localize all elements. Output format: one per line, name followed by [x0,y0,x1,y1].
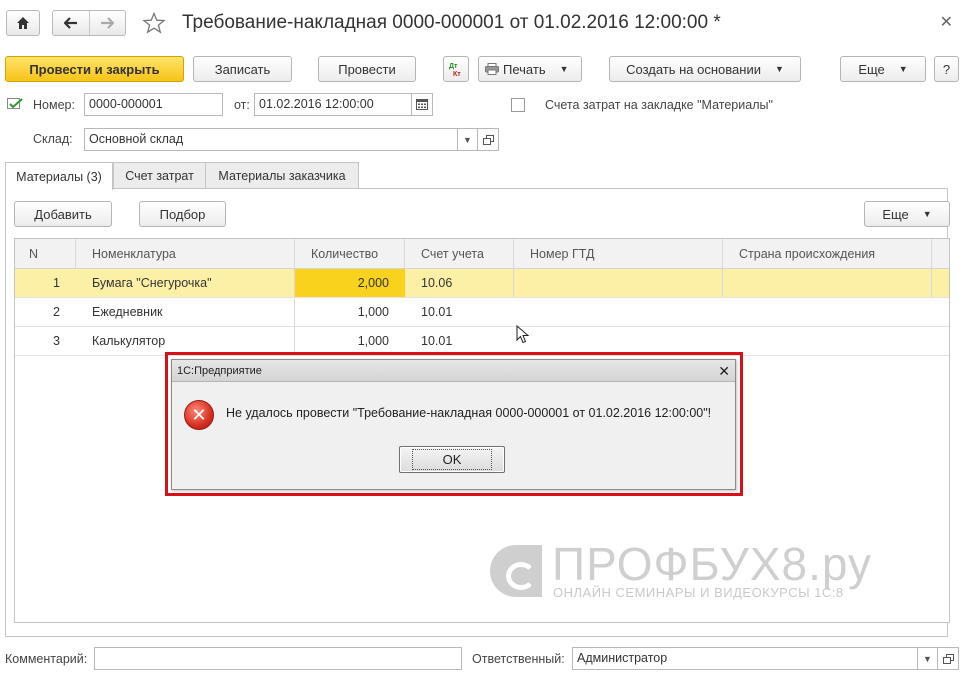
close-icon[interactable]: ✕ [940,12,953,32]
warehouse-field[interactable]: Основной склад [84,128,458,151]
dialog-title: 1С:Предприятие [177,364,262,377]
cell-item: Бумага "Снегурочка" [76,269,295,297]
error-dialog: 1С:Предприятие ✕ ✕ Не удалось провести "… [171,359,736,490]
more-button[interactable]: Еще ▼ [840,56,926,82]
date-field[interactable]: 01.02.2016 12:00:00 [254,93,412,116]
warehouse-dropdown-button[interactable]: ▼ [457,128,478,151]
watermark-title: ПРОФБУХ8.ру [552,538,872,590]
chevron-down-icon: ▼ [898,64,908,74]
dt-kt-icon: Дт Кт [449,63,461,77]
star-icon [142,11,166,34]
pick-button[interactable]: Подбор [139,201,226,227]
cost-accounts-label: Счета затрат на закладке "Материалы" [545,98,773,112]
back-button[interactable] [53,11,89,35]
help-button[interactable]: ? [934,56,959,82]
dialog-titlebar: 1С:Предприятие ✕ [172,360,735,382]
open-icon [942,653,954,664]
create-based-on-label: Создать на основании [626,61,761,77]
page-title: Требование-накладная 0000-000001 от 01.0… [182,12,721,33]
column-header-n[interactable]: N [15,239,76,268]
tab-customer-materials[interactable]: Материалы заказчика [205,162,359,189]
responsible-open-button[interactable] [937,647,959,670]
calendar-button[interactable] [411,93,433,116]
print-label: Печать [503,61,546,77]
cost-accounts-checkbox[interactable] [511,98,525,112]
cell-country [723,327,932,355]
cell-account: 10.01 [421,334,453,348]
arrow-left-icon [63,17,77,29]
warehouse-label: Склад: [33,132,73,146]
svg-text:Кт: Кт [453,71,461,77]
cell-item: Калькулятор [76,327,295,355]
table-row[interactable]: 1 Бумага "Снегурочка" 2,000 10.06 [15,269,949,298]
column-header-gtd[interactable]: Номер ГТД [514,239,723,268]
cell-country [723,298,932,326]
cell-account: 10.06 [405,269,514,297]
column-header-item[interactable]: Номенклатура [76,239,295,268]
close-icon[interactable]: ✕ [718,363,730,380]
post-button[interactable]: Провести [318,56,416,82]
cell-account: 10.01 [421,305,453,319]
cell-n: 3 [53,334,60,348]
dialog-message: Не удалось провести "Требование-накладна… [226,406,712,420]
table-row[interactable]: 2 Ежедневник 1,000 10.01 [15,298,949,327]
date-label: от: [234,98,250,112]
cell-gtd [514,298,723,326]
home-button[interactable] [6,10,40,36]
cell-n: 2 [53,305,60,319]
mouse-cursor-icon [516,325,530,344]
home-icon [17,17,29,29]
more-label: Еще [858,61,885,77]
favorite-button[interactable] [142,11,166,37]
dt-kt-button[interactable]: Дт Кт [443,56,469,82]
post-and-close-button[interactable]: Провести и закрыть [5,56,184,82]
column-header-country[interactable]: Страна происхождения [723,239,932,268]
responsible-dropdown-button[interactable]: ▼ [917,647,938,670]
arrow-right-icon [101,17,115,29]
error-icon: ✕ [184,400,214,430]
comment-field[interactable] [94,647,462,670]
cell-gtd [514,269,723,297]
tab-materials[interactable]: Материалы (3) [5,162,113,190]
cell-qty[interactable]: 2,000 [295,269,405,297]
open-icon [482,134,494,145]
tab-cost-account[interactable]: Счет затрат [113,162,206,189]
create-based-on-button[interactable]: Создать на основании ▼ [609,56,801,82]
chevron-down-icon: ▼ [922,209,932,219]
table-more-label: Еще [882,206,909,222]
history-navigation [52,10,126,36]
chevron-down-icon: ▼ [923,653,932,664]
chevron-down-icon: ▼ [774,64,784,74]
watermark-logo [490,545,542,597]
forward-button[interactable] [88,11,126,35]
cell-gtd [514,327,723,355]
ok-label: OK [411,449,493,470]
calendar-icon [416,99,428,110]
printer-icon [485,63,499,75]
warehouse-open-button[interactable] [477,128,499,151]
cell-n: 1 [53,276,60,290]
document-status-icon [7,98,23,109]
table-header: N Номенклатура Количество Счет учета Ном… [15,239,949,269]
column-header-account[interactable]: Счет учета [405,239,514,268]
cell-item: Ежедневник [76,298,295,326]
add-button[interactable]: Добавить [14,201,112,227]
cell-qty: 1,000 [357,334,389,348]
svg-text:Дт: Дт [449,63,458,70]
cell-country [723,269,932,297]
ok-button[interactable]: OK [399,446,505,473]
comment-label: Комментарий: [5,652,88,666]
table-more-button[interactable]: Еще ▼ [864,201,950,227]
number-label: Номер: [33,98,75,112]
cell-qty: 1,000 [357,305,389,319]
print-button[interactable]: Печать ▼ [478,56,582,82]
chevron-down-icon: ▼ [559,64,569,74]
number-field[interactable]: 0000-000001 [84,93,223,116]
column-header-qty[interactable]: Количество [295,239,405,268]
save-button[interactable]: Записать [193,56,292,82]
responsible-label: Ответственный: [472,652,565,666]
watermark-subtitle: ОНЛАЙН СЕМИНАРЫ И ВИДЕОКУРСЫ 1С:8 [553,585,844,600]
chevron-down-icon: ▼ [463,134,472,145]
responsible-field[interactable]: Администратор [572,647,918,670]
